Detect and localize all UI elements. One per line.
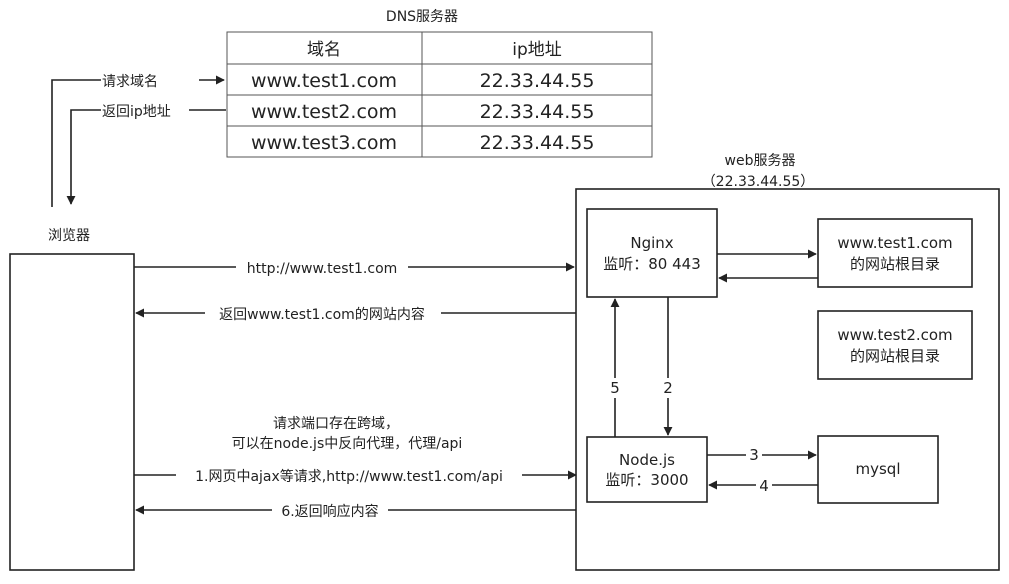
dns-response-label: 返回ip地址 [102,104,171,120]
nginx-listen-ports: 监听：80 443 [603,255,701,273]
table-cell-domain-2: www.test2.com [251,101,397,123]
http-request-label: http://www.test1.com [247,261,398,277]
step-3-label: 3 [749,446,759,464]
nginx-box [586,208,718,298]
browser-box [9,253,135,571]
step-4-label: 4 [759,477,769,495]
mysql-label: mysql [856,460,901,478]
nodejs-listen-port: 监听：3000 [605,471,688,489]
cors-note-line-2: 可以在node.js中反向代理，代理/api [232,436,463,452]
table-cell-ip-1: 22.33.44.55 [480,70,595,92]
web-server-title: web服务器 [725,153,796,169]
table-cell-domain-1: www.test1.com [251,70,397,92]
nginx-label: Nginx [630,234,673,252]
site1-root-label: 的网站根目录 [850,255,940,273]
dns-request-label: 请求域名 [102,74,158,90]
site1-domain: www.test1.com [837,234,952,252]
column-header-domain: 域名 [307,40,341,60]
step-5-label: 5 [610,379,620,397]
site2-root-box [817,310,973,380]
table-cell-ip-3: 22.33.44.55 [480,132,595,154]
dns-server-title: DNS服务器 [386,9,458,25]
ajax-request-label: 1.网页中ajax等请求,http://www.test1.com/api [195,468,503,485]
browser-label: 浏览器 [48,228,90,244]
nodejs-label: Node.js [619,451,675,469]
dns-request-arrow [51,75,225,207]
step-2-label: 2 [663,379,673,397]
site1-root-box [817,218,973,288]
dns-response-arrow [66,109,226,205]
web-server-ip: （22.33.44.55） [702,174,815,190]
cors-note-line-1: 请求端口存在跨域， [273,416,399,432]
return-response-label: 6.返回响应内容 [281,503,378,520]
nodejs-box [586,436,708,503]
table-cell-ip-2: 22.33.44.55 [480,101,595,123]
column-header-ip: ip地址 [512,40,562,60]
return-site-label: 返回www.test1.com的网站内容 [219,306,425,323]
site2-root-label: 的网站根目录 [850,347,940,365]
dns-table: 域名 ip地址 www.test1.com 22.33.44.55 www.te… [226,31,653,158]
table-cell-domain-3: www.test3.com [251,132,397,154]
site2-domain: www.test2.com [837,326,952,344]
architecture-diagram: DNS服务器 域名 ip地址 www.test1.com 22.33.44.55… [9,9,1000,571]
